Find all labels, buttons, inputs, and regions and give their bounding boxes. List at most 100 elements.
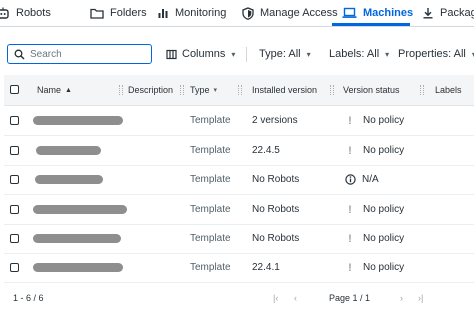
version-status-text: No policy	[363, 115, 405, 126]
redacted-name	[35, 175, 103, 184]
header-type[interactable]: Type ▾	[190, 75, 217, 105]
table-row[interactable]: Template No Robots ! No policy	[4, 224, 474, 254]
tab-folders-label: Folders	[110, 7, 147, 19]
exclamation-icon: !	[348, 261, 352, 274]
sort-icon: ▾	[213, 87, 218, 94]
table-header: Name ▲ Description Type ▾ Installed vers…	[4, 75, 474, 106]
header-installed-version-label: Installed version	[252, 85, 318, 95]
search-box[interactable]	[7, 44, 152, 64]
type-filter[interactable]: Type: All ▾	[259, 44, 311, 64]
version-status-cell: ! No policy	[347, 106, 404, 135]
toolbar-divider	[246, 47, 247, 62]
table-row[interactable]: Template 22.4.5 ! No policy	[4, 136, 474, 166]
redacted-name	[33, 234, 121, 243]
header-name[interactable]: Name ▲	[37, 75, 72, 105]
version-status-cell: ! No policy	[347, 224, 404, 253]
tab-monitoring-label: Monitoring	[175, 7, 227, 19]
column-resize-handle[interactable]	[180, 85, 184, 95]
row-checkbox[interactable]	[10, 175, 19, 184]
table-row[interactable]: Template No Robots N/A	[4, 165, 474, 195]
shield-icon	[242, 6, 254, 20]
type-cell: Template	[190, 262, 231, 273]
columns-button[interactable]: Columns ▾	[166, 44, 235, 64]
version-status-cell: ! No policy	[347, 195, 404, 224]
header-name-label: Name	[37, 85, 62, 95]
row-checkbox[interactable]	[10, 263, 19, 272]
tab-manage-access-label: Manage Access	[260, 7, 338, 19]
installed-version-cell: No Robots	[252, 174, 300, 185]
tab-packages[interactable]: Packages	[422, 0, 474, 26]
search-icon	[14, 49, 25, 59]
table-row[interactable]: Template No Robots ! No policy	[4, 195, 474, 225]
redacted-name	[33, 263, 123, 272]
column-resize-handle[interactable]	[119, 85, 123, 95]
tab-robots[interactable]: Robots	[0, 0, 51, 26]
installed-version-cell: 2 versions	[252, 115, 298, 126]
first-page-icon[interactable]: |‹	[273, 293, 278, 303]
header-labels[interactable]: Labels	[435, 75, 462, 105]
header-version-status[interactable]: Version status	[343, 75, 400, 105]
search-input[interactable]	[30, 48, 140, 60]
previous-page-icon[interactable]: ‹	[294, 293, 297, 303]
tab-bar: Robots Folders Monitoring Manage Access …	[0, 0, 474, 27]
installed-version-cell: 22.4.1	[252, 262, 280, 273]
chevron-down-icon: ▾	[306, 49, 311, 59]
version-status-cell: ! No policy	[347, 253, 404, 282]
row-checkbox[interactable]	[10, 116, 19, 125]
row-checkbox[interactable]	[10, 146, 19, 155]
last-page-icon[interactable]: ›|	[418, 293, 423, 303]
header-description-label: Description	[128, 85, 174, 95]
header-version-status-label: Version status	[343, 85, 400, 95]
chevron-down-icon: ▾	[385, 49, 390, 59]
table-row[interactable]: Template 2 versions ! No policy	[4, 106, 474, 136]
robot-icon	[0, 7, 9, 19]
tab-monitoring[interactable]: Monitoring	[157, 0, 226, 26]
columns-label: Columns	[182, 48, 226, 60]
chevron-down-icon: ▾	[231, 49, 236, 59]
exclamation-icon: !	[348, 232, 352, 245]
row-checkbox[interactable]	[10, 205, 19, 214]
version-status-cell: N/A	[345, 165, 379, 194]
laptop-icon	[342, 7, 357, 18]
header-labels-label: Labels	[435, 85, 462, 95]
installed-version-cell: 22.4.5	[252, 145, 280, 156]
sort-ascending-icon: ▲	[65, 86, 72, 94]
tab-manage-access[interactable]: Manage Access	[242, 0, 338, 26]
columns-icon	[166, 49, 177, 59]
tab-machines-label: Machines	[363, 7, 414, 19]
labels-filter[interactable]: Labels: All ▾	[329, 44, 389, 64]
download-icon	[423, 8, 433, 19]
header-type-label: Type	[190, 85, 210, 95]
range-indicator: 1 - 6 / 6	[13, 293, 44, 303]
redacted-name	[33, 116, 123, 125]
column-resize-handle[interactable]	[238, 85, 242, 95]
toolbar: Columns ▾ Type: All ▾ Labels: All ▾ Prop…	[0, 40, 474, 70]
labels-filter-label: Labels: All	[329, 48, 380, 60]
exclamation-icon: !	[348, 114, 352, 127]
row-checkbox[interactable]	[10, 234, 19, 243]
header-installed-version[interactable]: Installed version	[252, 75, 317, 105]
exclamation-icon: !	[348, 203, 352, 216]
exclamation-icon: !	[348, 144, 352, 157]
column-resize-handle[interactable]	[330, 85, 334, 95]
table-row[interactable]: Template 22.4.1 ! No policy	[4, 253, 474, 283]
select-all-checkbox[interactable]	[10, 85, 19, 94]
column-resize-handle[interactable]	[420, 85, 424, 95]
monitoring-icon	[158, 9, 168, 18]
type-filter-label: Type: All	[259, 48, 301, 60]
active-tab-indicator	[332, 23, 410, 26]
tab-folders[interactable]: Folders	[90, 0, 147, 26]
version-status-text: No policy	[363, 145, 405, 156]
properties-filter-label: Properties: All	[398, 48, 466, 60]
installed-version-cell: No Robots	[252, 233, 300, 244]
version-status-text: N/A	[362, 174, 379, 185]
type-cell: Template	[190, 204, 231, 215]
header-description[interactable]: Description	[128, 75, 173, 105]
page-indicator: Page 1 / 1	[329, 293, 371, 303]
properties-filter[interactable]: Properties: All ▾	[398, 44, 474, 64]
version-status-text: No policy	[363, 233, 405, 244]
info-icon	[345, 174, 356, 185]
next-page-icon[interactable]: ›	[400, 293, 403, 303]
version-status-text: No policy	[363, 204, 405, 215]
type-cell: Template	[190, 145, 231, 156]
